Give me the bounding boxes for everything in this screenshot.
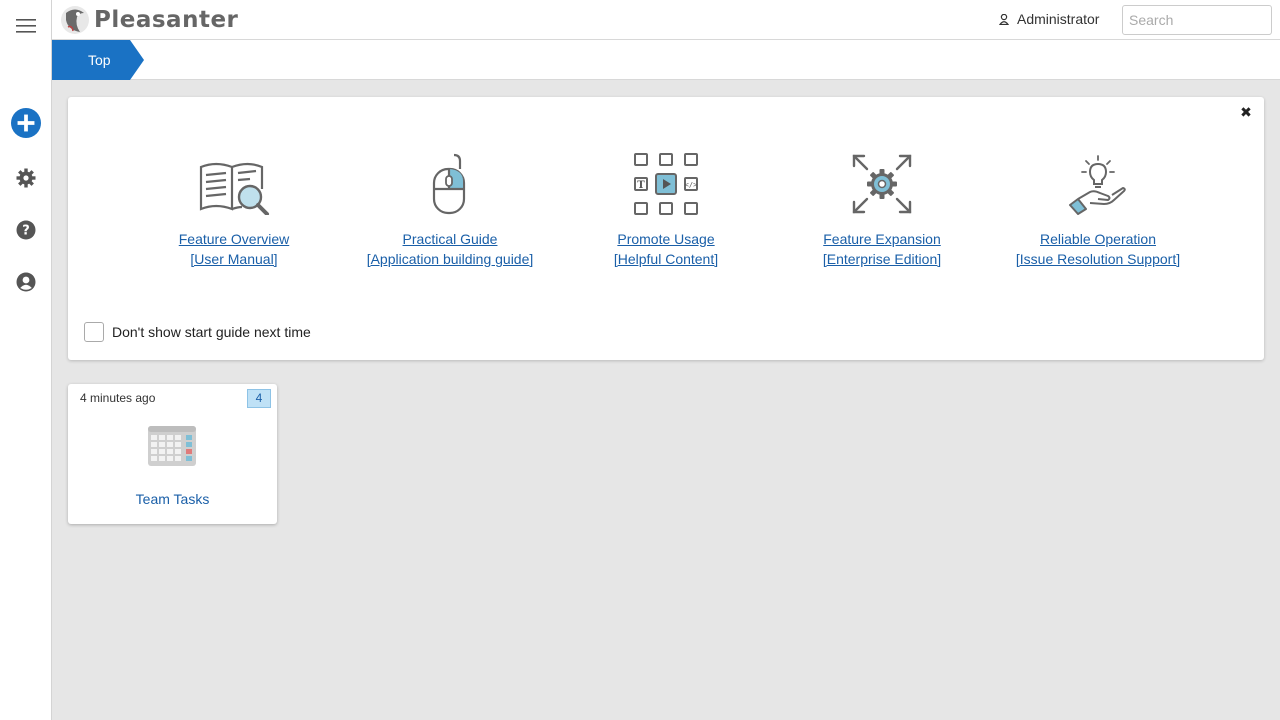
person-icon [999, 13, 1009, 25]
card-count-badge: 4 [247, 389, 271, 408]
guide-link-reliable-operation[interactable]: Reliable Operation [Issue Resolution Sup… [998, 229, 1198, 269]
guide-item-reliable-operation[interactable]: Reliable Operation [Issue Resolution Sup… [998, 149, 1198, 269]
content-grid-icon: T </> [566, 149, 766, 215]
guide-title: Feature Overview [178, 231, 290, 247]
header: Pleasanter Administrator [52, 0, 1280, 40]
menu-icon[interactable] [11, 11, 41, 41]
breadcrumb-top[interactable]: Top [52, 40, 144, 80]
search-input[interactable] [1122, 5, 1272, 35]
guide-subtitle: [Enterprise Edition] [822, 251, 942, 267]
guide-item-feature-overview[interactable]: Feature Overview [User Manual] [134, 149, 334, 269]
svg-text:?: ? [22, 224, 30, 239]
site-card-team-tasks[interactable]: 4 minutes ago 4 Team Tasks [68, 384, 277, 524]
guide-link-feature-expansion[interactable]: Feature Expansion [Enterprise Edition] [782, 229, 982, 269]
card-title: Team Tasks [135, 491, 210, 507]
guide-title: Promote Usage [617, 231, 715, 247]
dont-show-guide-label: Don't show start guide next time [112, 324, 311, 340]
user-name: Administrator [1017, 11, 1100, 27]
mouse-icon [350, 149, 550, 215]
book-search-icon [134, 149, 334, 215]
user-icon[interactable] [11, 267, 41, 297]
breadcrumb: Top [52, 40, 1280, 80]
dont-show-guide-checkbox[interactable] [84, 322, 104, 342]
table-icon [148, 426, 196, 466]
close-icon[interactable]: ✖ [1238, 103, 1254, 121]
dont-show-guide-toggle[interactable]: Don't show start guide next time [84, 322, 311, 342]
guide-subtitle: [Application building guide] [366, 251, 534, 267]
guide-link-feature-overview[interactable]: Feature Overview [User Manual] [134, 229, 334, 269]
guide-title: Practical Guide [402, 231, 498, 247]
sidebar: ? [0, 0, 52, 720]
guide-subtitle: [Helpful Content] [613, 251, 719, 267]
plus-circle-icon[interactable] [11, 108, 41, 138]
gear-icon[interactable] [11, 163, 41, 193]
guide-link-promote-usage[interactable]: Promote Usage [Helpful Content] [566, 229, 766, 269]
logo[interactable]: Pleasanter [60, 3, 238, 37]
expand-gear-icon [782, 149, 982, 215]
guide-item-promote-usage[interactable]: T </> Promote Usage [Helpful Content] [566, 149, 766, 269]
help-icon[interactable]: ? [11, 215, 41, 245]
guide-link-practical-guide[interactable]: Practical Guide [Application building gu… [350, 229, 550, 269]
svg-text:T: T [637, 180, 645, 191]
logo-text: Pleasanter [94, 7, 239, 33]
svg-text:</>: </> [685, 181, 698, 189]
start-guide: ✖ Feature Overview [User Manual] Practic… [68, 97, 1264, 360]
guide-title: Feature Expansion [823, 231, 941, 247]
hand-bulb-icon [998, 149, 1198, 215]
logo-icon [61, 6, 89, 34]
guide-title: Reliable Operation [1040, 231, 1156, 247]
guide-subtitle: [User Manual] [190, 251, 278, 267]
guide-item-practical-guide[interactable]: Practical Guide [Application building gu… [350, 149, 550, 269]
guide-item-feature-expansion[interactable]: Feature Expansion [Enterprise Edition] [782, 149, 982, 269]
user-menu[interactable]: Administrator [999, 11, 1099, 27]
guide-subtitle: [Issue Resolution Support] [1015, 251, 1181, 267]
card-updated-time: 4 minutes ago [80, 391, 156, 405]
